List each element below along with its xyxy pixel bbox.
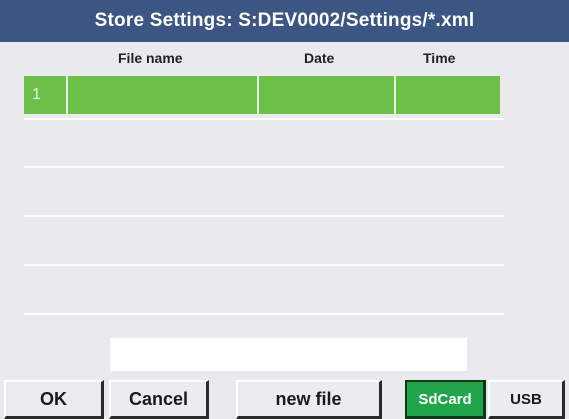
table-row-divider	[24, 118, 504, 120]
ok-button[interactable]: OK	[4, 380, 104, 419]
row-file-name-cell	[68, 76, 259, 114]
sdcard-button[interactable]: SdCard	[405, 380, 486, 419]
file-row-selected[interactable]: 1	[24, 76, 500, 114]
row-index: 1	[24, 76, 68, 114]
table-row-divider	[24, 166, 504, 168]
usb-button[interactable]: USB	[488, 380, 565, 419]
table-row-divider	[24, 264, 504, 266]
table-row-divider	[24, 313, 504, 315]
row-time-cell	[396, 76, 500, 114]
new-file-button[interactable]: new file	[236, 380, 382, 419]
cancel-button[interactable]: Cancel	[109, 380, 209, 419]
column-header-file-name: File name	[118, 50, 183, 66]
row-date-cell	[259, 76, 396, 114]
column-header-time: Time	[423, 50, 456, 66]
filename-input[interactable]	[110, 338, 467, 371]
table-row-divider	[24, 215, 504, 217]
column-header-date: Date	[304, 50, 335, 66]
window-title: Store Settings: S:DEV0002/Settings/*.xml	[0, 0, 569, 42]
store-settings-screen: Store Settings: S:DEV0002/Settings/*.xml…	[0, 0, 569, 419]
